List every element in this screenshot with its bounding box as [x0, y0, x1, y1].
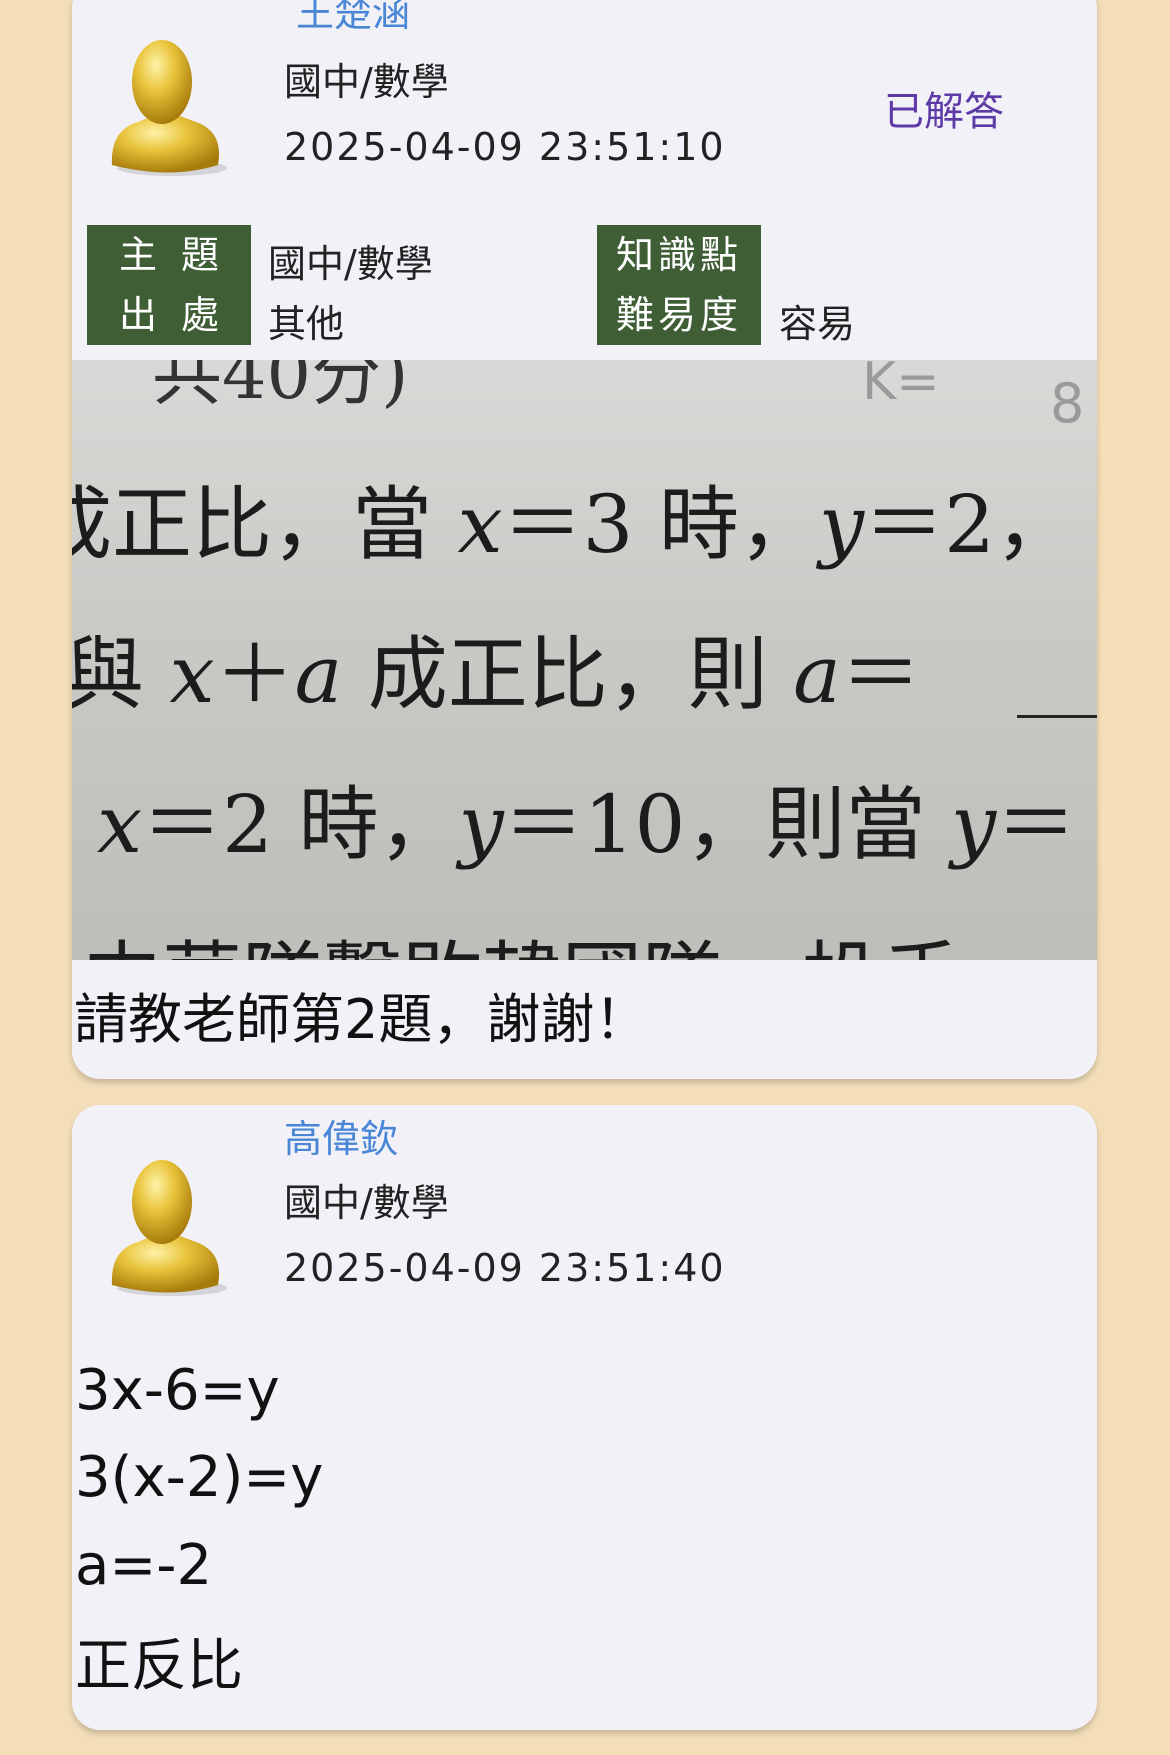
- user-avatar-icon: [111, 1160, 227, 1296]
- user-avatar-icon: [111, 40, 227, 176]
- post-datetime: 2025-04-09 23:51:10: [284, 125, 726, 169]
- knowledge-label: 知識點: [615, 233, 742, 277]
- reply-card[interactable]: 高偉欽 國中/數學 2025-04-09 23:51:40 3x-6=y 3(x…: [72, 1105, 1097, 1730]
- answer-line: 3(x-2)=y: [75, 1445, 324, 1510]
- subject-label: 國中/數學: [284, 1181, 449, 1225]
- difficulty-value: 容易: [779, 302, 856, 346]
- answer-line: 正反比: [75, 1634, 243, 1699]
- topic-label: 主題: [118, 233, 243, 277]
- photo-line-3: x＝2 時，y＝10，則當 y＝: [97, 778, 1077, 871]
- difficulty-label: 難易度: [615, 293, 742, 337]
- post-datetime: 2025-04-09 23:51:40: [284, 1246, 726, 1290]
- meta-labels-left: 主題 出處: [87, 225, 251, 345]
- answer-line: a=-2: [75, 1533, 213, 1598]
- source-value: 其他: [268, 302, 345, 346]
- answer-line: 3x-6=y: [75, 1358, 280, 1423]
- photo-handwriting-num: 8: [1050, 372, 1085, 435]
- photo-line-1: 成正比，當 x＝3 時，y＝2，: [72, 478, 1075, 571]
- photo-line-4: 中華隊擊敗韓國隊，投手: [82, 915, 962, 960]
- meta-labels-right: 知識點 難易度: [597, 225, 761, 345]
- author-name[interactable]: 高偉欽: [284, 1108, 398, 1163]
- question-photo[interactable]: 共40分) K= 8 成正比，當 x＝3 時，y＝2， 與 x＋a 成正比，則 …: [72, 360, 1097, 960]
- topic-value: 國中/數學: [268, 242, 433, 286]
- question-card[interactable]: 王楚涵 國中/數學 2025-04-09 23:51:10 已解答 主題 出處 …: [72, 0, 1097, 1079]
- photo-handwriting: K=: [862, 360, 940, 412]
- photo-answer-blank: [1017, 715, 1097, 718]
- source-label: 出處: [118, 293, 243, 337]
- photo-line-2: 與 x＋a 成正比，則 a＝: [72, 628, 921, 721]
- subject-label: 國中/數學: [284, 60, 449, 104]
- author-name[interactable]: 王楚涵: [296, 0, 410, 37]
- photo-line-0: 共40分): [152, 360, 409, 415]
- question-text: 請教老師第2題，謝謝！: [74, 988, 649, 1051]
- status-answered[interactable]: 已解答: [884, 79, 1004, 137]
